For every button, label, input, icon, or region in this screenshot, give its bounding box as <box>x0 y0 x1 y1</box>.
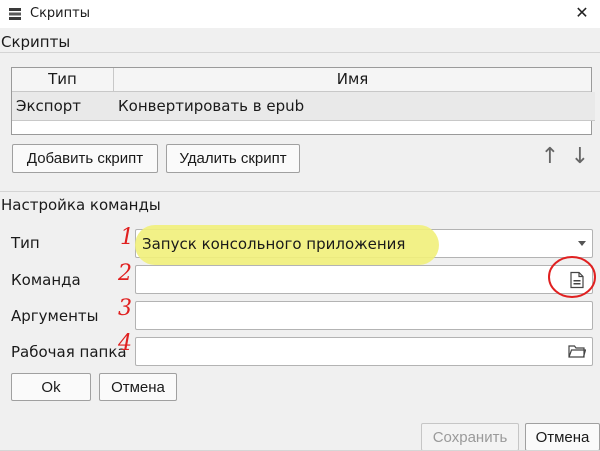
save-button[interactable]: Сохранить <box>421 423 519 451</box>
column-header-name[interactable]: Имя <box>114 68 591 92</box>
annotation-circle <box>548 256 596 298</box>
type-select[interactable]: Запуск консольного приложения <box>135 225 593 265</box>
table-cell-name[interactable]: Конвертировать в epub <box>114 92 595 121</box>
table-cell-type[interactable]: Экспорт <box>12 92 118 121</box>
type-select-value: Запуск консольного приложения <box>142 235 406 253</box>
move-up-icon[interactable]: ↑ <box>540 144 560 172</box>
cancel-command-button[interactable]: Отмена <box>99 373 177 401</box>
scripts-section-title: Скрипты <box>1 33 71 51</box>
move-down-icon[interactable]: ↓ <box>570 144 590 172</box>
window-title: Скрипты <box>30 6 90 21</box>
type-label: Тип <box>11 234 40 252</box>
close-button[interactable]: ✕ <box>564 0 600 28</box>
chevron-down-icon <box>578 241 586 246</box>
remove-script-button[interactable]: Удалить скрипт <box>166 144 300 173</box>
arguments-field[interactable] <box>135 301 593 330</box>
command-field[interactable] <box>135 265 593 294</box>
scripts-table[interactable]: Тип Имя Экспорт Конвертировать в epub <box>11 67 595 135</box>
add-script-button[interactable]: Добавить скрипт <box>12 144 158 173</box>
annotation-number-1: 1 <box>120 225 134 250</box>
annotation-number-4: 4 <box>118 331 132 356</box>
ok-button[interactable]: Ok <box>11 373 91 401</box>
cancel-button[interactable]: Отмена <box>525 423 600 451</box>
stack-layers-icon <box>9 8 21 20</box>
annotation-number-2: 2 <box>118 261 132 286</box>
annotation-number-3: 3 <box>118 296 132 321</box>
command-label: Команда <box>11 271 81 289</box>
command-section-title: Настройка команды <box>1 196 161 214</box>
workdir-label: Рабочая папка <box>11 343 127 361</box>
arguments-label: Аргументы <box>11 307 99 325</box>
column-header-type[interactable]: Тип <box>12 68 114 92</box>
title-bar <box>0 0 600 28</box>
folder-browse-icon[interactable] <box>568 343 586 359</box>
workdir-field[interactable] <box>135 337 593 366</box>
